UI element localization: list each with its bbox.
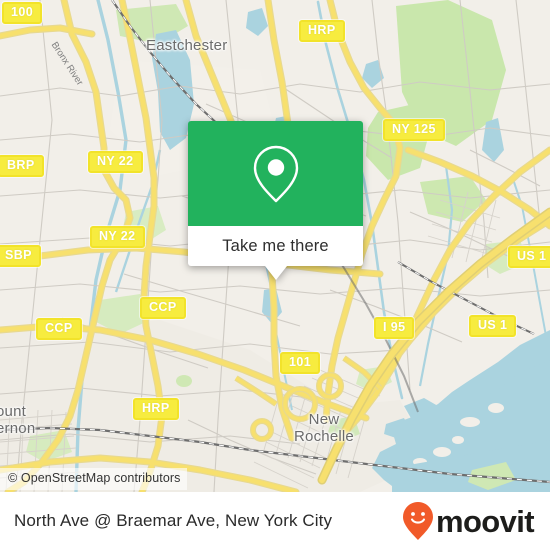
place-label-mount-vernon-line2: ernon xyxy=(0,419,36,437)
moovit-pin-smile-icon xyxy=(402,502,433,540)
road-shield-hrp-north: HRP xyxy=(299,20,345,43)
card-footer: North Ave @ Braemar Ave, New York City m… xyxy=(0,492,550,550)
take-me-there-label: Take me there xyxy=(222,236,329,255)
road-shield-i-95: I 95 xyxy=(374,317,415,340)
road-shield-sbp: SBP xyxy=(0,245,41,268)
popup-header xyxy=(188,121,363,226)
road-shield-us-1-south: US 1 xyxy=(469,315,517,338)
place-label-eastchester: Eastchester xyxy=(146,37,228,54)
road-shield-101: 101 xyxy=(280,352,321,375)
place-label-mount-vernon: ount ernon xyxy=(0,403,36,438)
map-pin-icon xyxy=(253,145,298,202)
road-shield-brp: BRP xyxy=(0,155,44,178)
road-shield-ny-22-south: NY 22 xyxy=(90,226,145,249)
place-label-new-rochelle: New Rochelle xyxy=(294,411,354,446)
moovit-logo[interactable]: moovit xyxy=(402,501,535,541)
moovit-station-map-card: Bronx River Eastchester New Rochelle oun… xyxy=(0,0,550,550)
road-shield-us-1-north: US 1 xyxy=(508,246,550,269)
station-title: North Ave @ Braemar Ave, New York City xyxy=(14,511,333,530)
popup-pointer-tail xyxy=(264,266,287,280)
popup-action-bar[interactable]: Take me there xyxy=(188,226,363,266)
road-shield-ny-125: NY 125 xyxy=(383,119,445,142)
place-label-mount-vernon-line1: ount xyxy=(0,403,26,420)
road-shield-100: 100 xyxy=(2,2,43,25)
road-shield-hrp-south: HRP xyxy=(133,398,179,421)
moovit-wordmark: moovit xyxy=(435,503,535,539)
road-shield-ccp-east: CCP xyxy=(140,297,186,320)
station-popup[interactable]: Take me there xyxy=(188,121,363,280)
map-canvas[interactable]: Bronx River Eastchester New Rochelle oun… xyxy=(0,0,550,492)
place-label-new-rochelle-line2: Rochelle xyxy=(294,427,354,445)
place-label-new-rochelle-line1: New xyxy=(308,411,340,428)
map-attribution: © OpenStreetMap contributors xyxy=(0,468,187,490)
road-shield-ny-22-north: NY 22 xyxy=(88,151,143,174)
road-shield-ccp-west: CCP xyxy=(36,318,82,341)
